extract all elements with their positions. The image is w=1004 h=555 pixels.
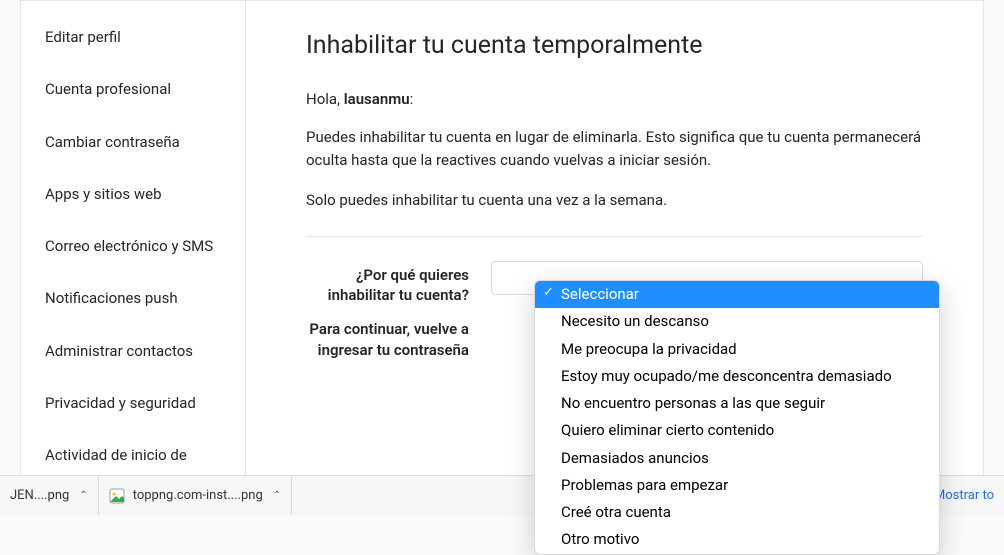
download-item-2[interactable]: toppng.com-inst....png ⌃ xyxy=(99,476,292,515)
info-paragraph-1: Puedes inhabilitar tu cuenta en lugar de… xyxy=(306,126,923,173)
sidebar-item-login-activity[interactable]: Actividad de inicio de xyxy=(21,429,245,481)
reason-dropdown-menu: ✓ Seleccionar Necesito un descanso Me pr… xyxy=(534,280,940,555)
dropdown-option-otra-cuenta[interactable]: Creé otra cuenta xyxy=(535,499,939,526)
check-icon: ✓ xyxy=(543,283,554,303)
download-item-1[interactable]: JEN....png ⌃ xyxy=(0,476,99,515)
dropdown-option-label: Quiero eliminar cierto contenido xyxy=(561,421,774,439)
dropdown-option-label: Necesito un descanso xyxy=(561,312,709,330)
greeting-line: Hola, lausanmu: xyxy=(306,90,923,108)
download-filename: JEN....png xyxy=(10,488,69,503)
page-title: Inhabilitar tu cuenta temporalmente xyxy=(306,31,923,60)
chevron-up-icon: ⌃ xyxy=(273,490,281,501)
greeting-prefix: Hola, xyxy=(306,90,344,108)
dropdown-option-label: Creé otra cuenta xyxy=(561,503,671,521)
reason-label: ¿Por qué quieres inhabilitar tu cuenta? xyxy=(306,261,491,306)
info-paragraph-2: Solo puedes inhabilitar tu cuenta una ve… xyxy=(306,189,923,212)
dropdown-option-descanso[interactable]: Necesito un descanso xyxy=(535,308,939,335)
sidebar-item-professional-account[interactable]: Cuenta profesional xyxy=(21,63,245,115)
greeting-username: lausanmu xyxy=(344,90,410,108)
dropdown-option-label: Seleccionar xyxy=(561,285,639,303)
sidebar-item-manage-contacts[interactable]: Administrar contactos xyxy=(21,325,245,377)
dropdown-option-no-personas[interactable]: No encuentro personas a las que seguir xyxy=(535,390,939,417)
sidebar-item-email-sms[interactable]: Correo electrónico y SMS xyxy=(21,220,245,272)
dropdown-option-label: Estoy muy ocupado/me desconcentra demasi… xyxy=(561,367,892,385)
sidebar-item-edit-profile[interactable]: Editar perfil xyxy=(21,11,245,63)
dropdown-option-label: No encuentro personas a las que seguir xyxy=(561,394,825,412)
settings-sidebar: Editar perfil Cuenta profesional Cambiar… xyxy=(21,1,246,499)
dropdown-option-ocupado[interactable]: Estoy muy ocupado/me desconcentra demasi… xyxy=(535,363,939,390)
dropdown-option-anuncios[interactable]: Demasiados anuncios xyxy=(535,445,939,472)
sidebar-item-apps-websites[interactable]: Apps y sitios web xyxy=(21,168,245,220)
sidebar-item-privacy-security[interactable]: Privacidad y seguridad xyxy=(21,377,245,429)
dropdown-option-privacidad[interactable]: Me preocupa la privacidad xyxy=(535,336,939,363)
download-filename: toppng.com-inst....png xyxy=(133,488,263,503)
section-divider xyxy=(306,236,923,237)
sidebar-item-push-notifications[interactable]: Notificaciones push xyxy=(21,272,245,324)
password-label: Para continuar, vuelve a ingresar tu con… xyxy=(306,315,491,360)
dropdown-option-eliminar-contenido[interactable]: Quiero eliminar cierto contenido xyxy=(535,417,939,444)
greeting-suffix: : xyxy=(410,90,414,108)
image-file-icon xyxy=(109,488,125,504)
dropdown-option-seleccionar[interactable]: ✓ Seleccionar xyxy=(535,281,939,308)
chevron-up-icon: ⌃ xyxy=(79,490,87,501)
dropdown-option-label: Me preocupa la privacidad xyxy=(561,340,737,358)
dropdown-option-label: Otro motivo xyxy=(561,530,639,548)
dropdown-option-label: Problemas para empezar xyxy=(561,476,728,494)
dropdown-option-problemas-empezar[interactable]: Problemas para empezar xyxy=(535,472,939,499)
dropdown-option-label: Demasiados anuncios xyxy=(561,449,709,467)
sidebar-item-change-password[interactable]: Cambiar contraseña xyxy=(21,116,245,168)
dropdown-option-otro-motivo[interactable]: Otro motivo xyxy=(535,526,939,553)
